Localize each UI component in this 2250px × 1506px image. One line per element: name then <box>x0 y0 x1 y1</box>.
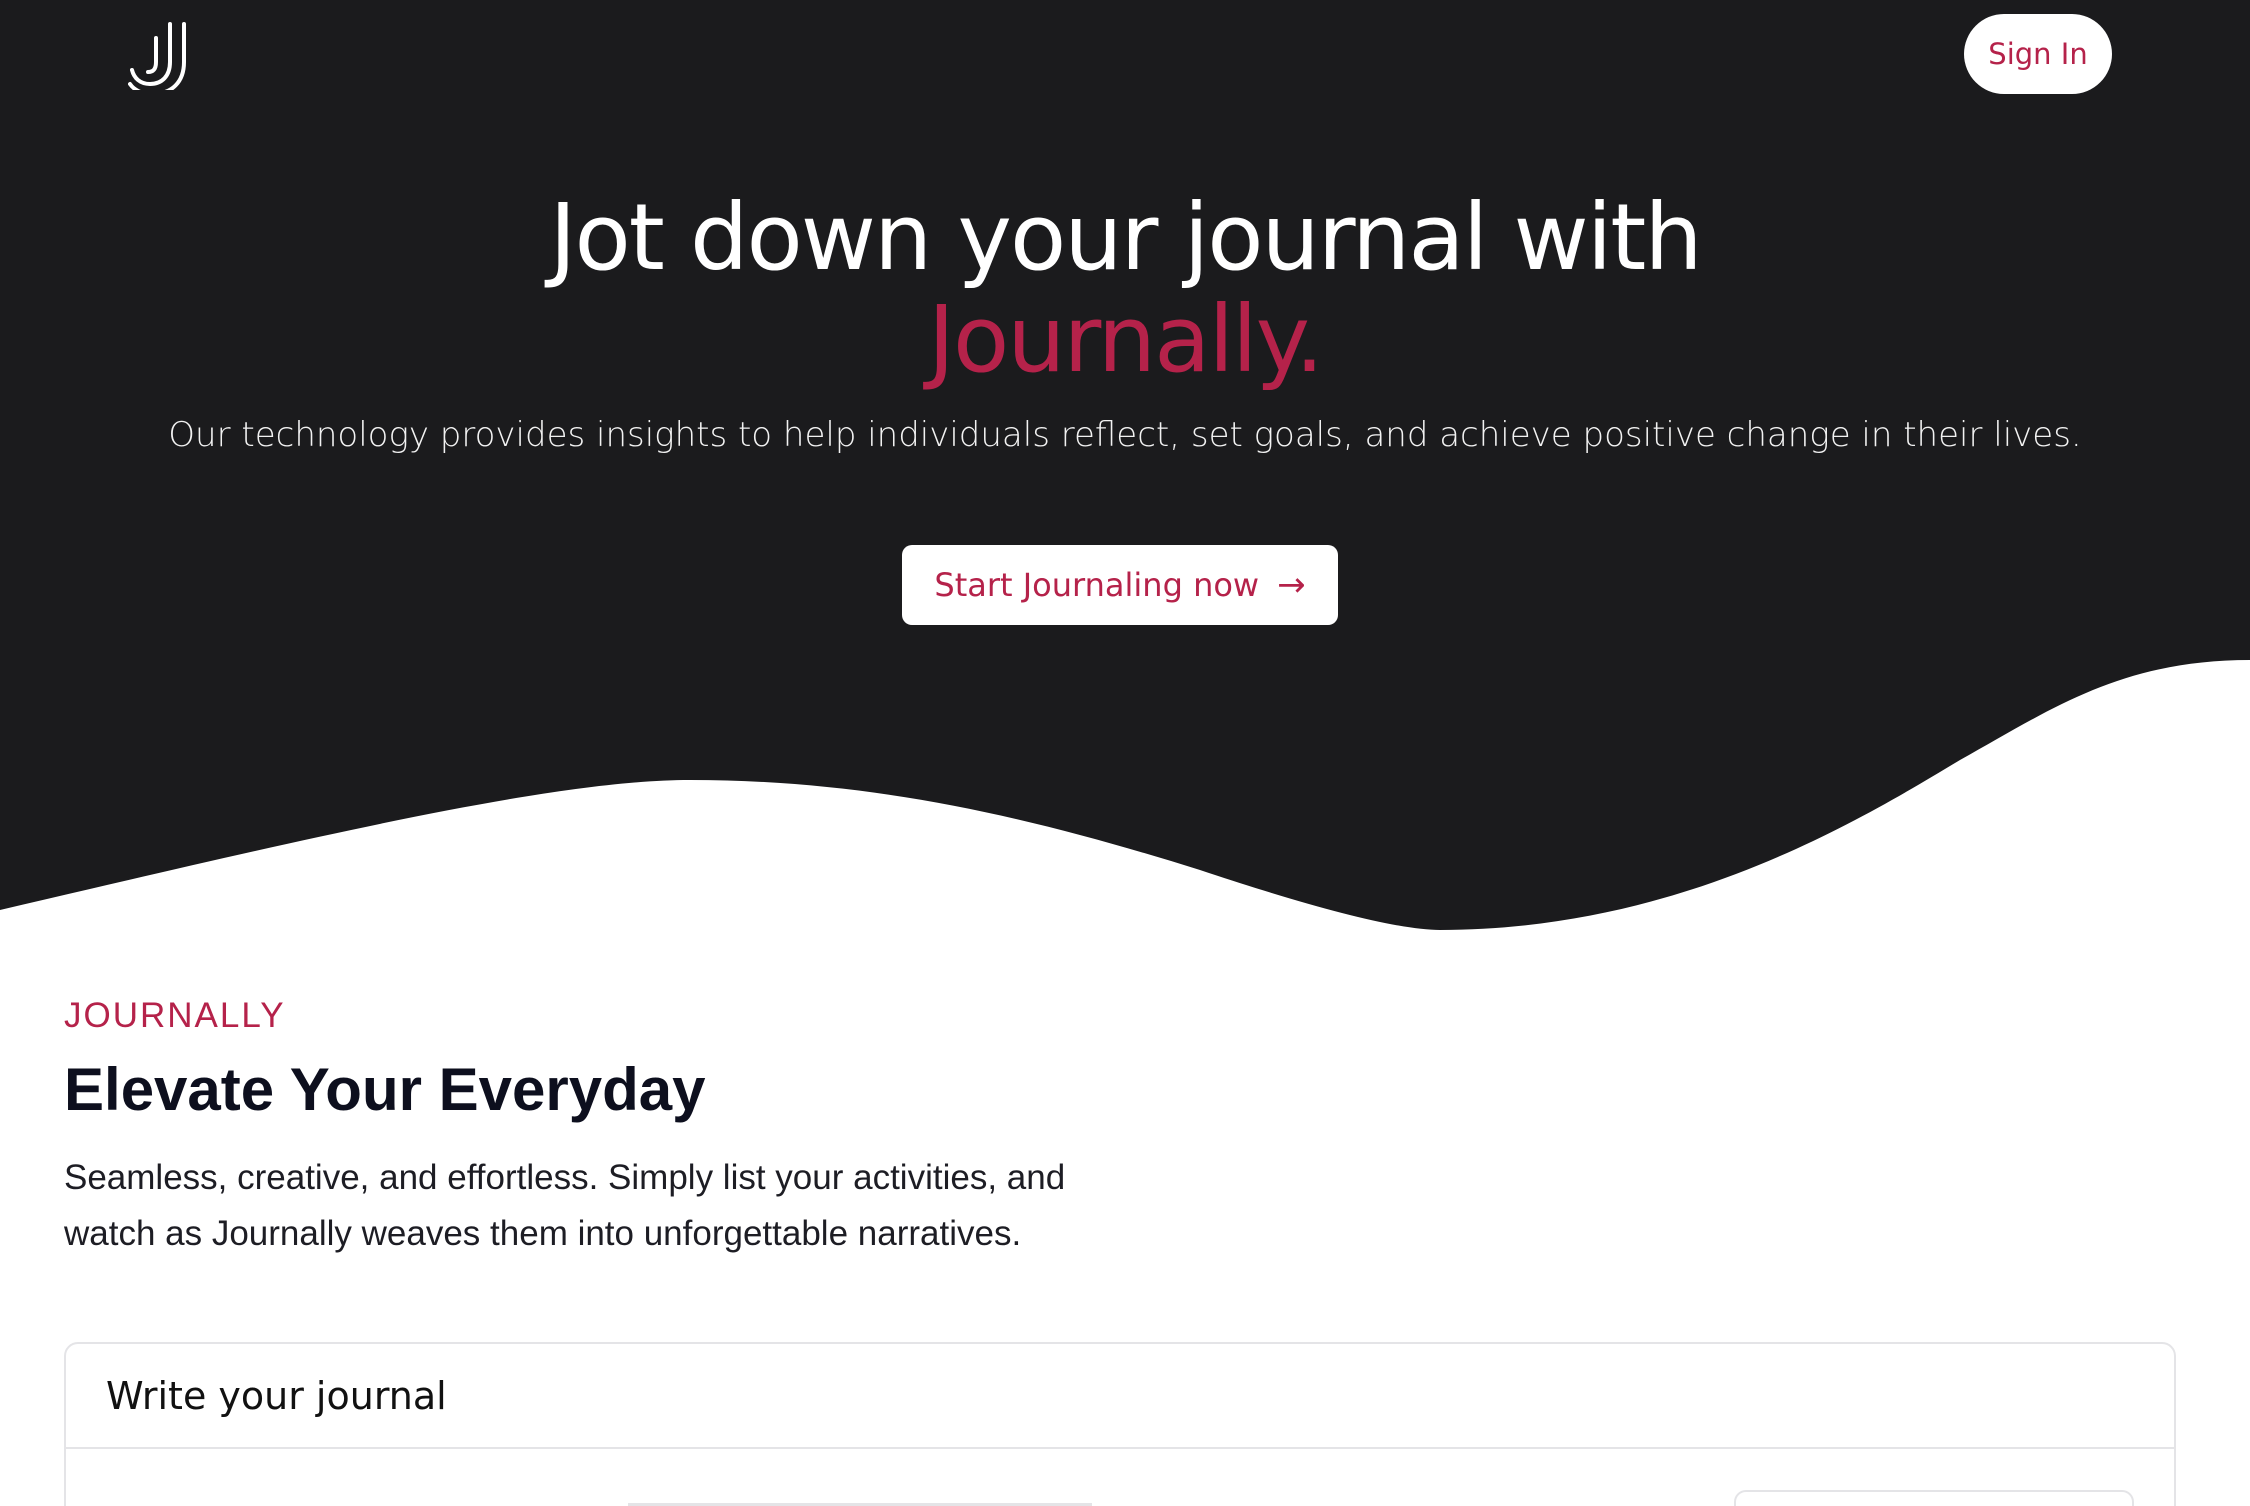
hero-subtitle: Our technology provides insights to help… <box>168 415 2082 455</box>
hero-headline: Jot down your journal with <box>549 184 1702 291</box>
landing-page: Sign In Jot down your journal with Journ… <box>0 0 2250 1506</box>
journal-card-title: Write your journal <box>106 1374 447 1418</box>
sign-in-button[interactable]: Sign In <box>1964 14 2112 94</box>
hero-headline-accent: Journally. <box>927 286 1324 393</box>
journally-logo-icon[interactable] <box>128 18 192 97</box>
section-description: Seamless, creative, and effortless. Simp… <box>64 1158 1066 1253</box>
start-journaling-button[interactable]: Start Journaling now → <box>902 545 1338 625</box>
journal-side-panel[interactable] <box>1734 1490 2134 1506</box>
card-divider <box>66 1447 2174 1449</box>
hero-wave-divider <box>0 660 2250 940</box>
section-title: Elevate Your Everyday <box>64 1056 706 1123</box>
section-eyebrow: JOURNALLY <box>64 996 286 1035</box>
start-journaling-label: Start Journaling now <box>934 566 1260 604</box>
journal-card <box>64 1342 2176 1506</box>
arrow-right-icon: → <box>1277 565 1306 605</box>
